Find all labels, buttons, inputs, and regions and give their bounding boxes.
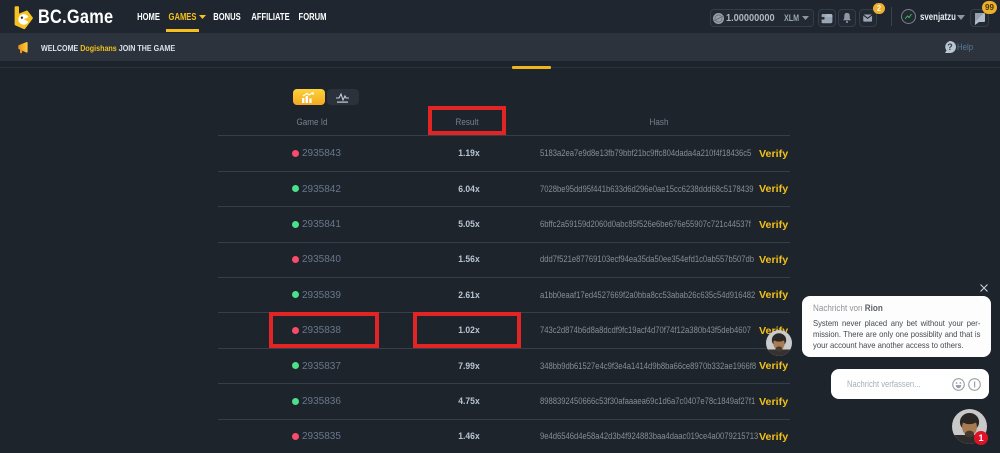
svg-text:?: ? [947,42,953,52]
